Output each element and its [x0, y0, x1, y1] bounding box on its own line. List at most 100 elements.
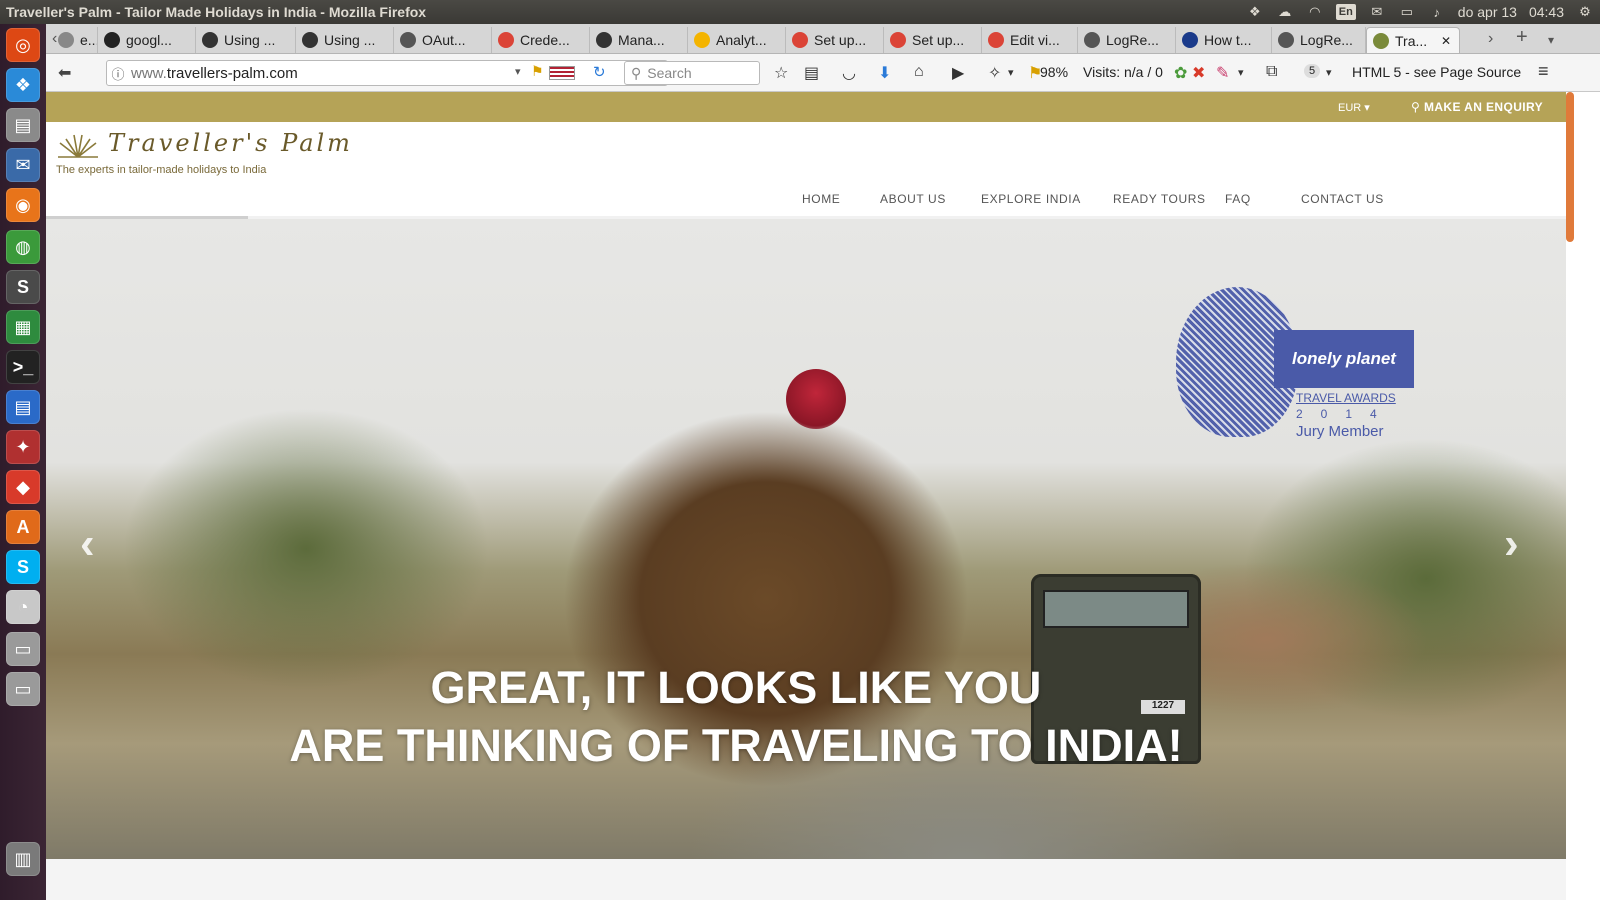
dropbox-launcher-icon[interactable]: ❖ — [6, 68, 40, 102]
battery-icon[interactable]: ▭ — [1398, 4, 1416, 20]
sublime-text-icon[interactable]: S — [6, 270, 40, 304]
tab-12[interactable]: How t... — [1176, 27, 1272, 53]
palm-logo-icon[interactable] — [56, 133, 100, 159]
tab-2[interactable]: Using ... — [196, 27, 296, 53]
nav-home[interactable]: HOME — [802, 192, 840, 206]
tray-time[interactable]: 04:43 — [1529, 4, 1564, 20]
evince-icon[interactable]: ◔ — [6, 590, 40, 624]
downloads-icon[interactable]: ⬇ — [878, 63, 891, 83]
tab-13[interactable]: LogRe... — [1272, 27, 1366, 53]
page-scrollbar[interactable] — [1566, 92, 1574, 242]
google-icon — [498, 32, 514, 48]
ubuntu-dash-icon[interactable]: ◎ — [6, 28, 40, 62]
tab-list-chevron-down-icon[interactable]: ▾ — [1548, 33, 1554, 47]
tab-3[interactable]: Using ... — [296, 27, 394, 53]
nav-explore-india[interactable]: EXPLORE INDIA — [981, 192, 1081, 206]
mail-icon[interactable]: ✉ — [1368, 4, 1386, 20]
zoom-level[interactable]: 98% — [1040, 64, 1068, 80]
tab-8[interactable]: Set up... — [786, 27, 884, 53]
search-input[interactable]: ⚲ Search — [624, 61, 760, 85]
nav-faq[interactable]: FAQ — [1225, 192, 1251, 206]
keyboard-language-indicator[interactable]: En — [1335, 4, 1356, 20]
url-prefix: www. — [131, 64, 167, 82]
git-icon[interactable]: ◆ — [6, 470, 40, 504]
extension-icon[interactable]: ✧ — [988, 63, 1001, 83]
slider-prev-chevron-icon[interactable]: ‹ — [80, 519, 95, 569]
tab-0[interactable]: e... — [52, 27, 98, 53]
make-enquiry-link[interactable]: ⚲ MAKE AN ENQUIRY — [1411, 100, 1543, 114]
thunderbird-icon[interactable]: ✉ — [6, 148, 40, 182]
addon-brush-icon[interactable]: ✎ — [1216, 63, 1229, 83]
url-text[interactable]: www.travellers-palm.com — [129, 65, 298, 82]
tray-date[interactable]: do apr 13 — [1458, 4, 1517, 20]
chrome-icon[interactable]: ◍ — [6, 230, 40, 264]
hero-slider[interactable]: 1227 ‹ › lonely planet TRAVEL AWARDS 201… — [46, 219, 1566, 859]
cloud-sync-icon[interactable]: ☁ — [1276, 4, 1294, 20]
site-logo-text[interactable]: Traveller's Palm — [108, 129, 353, 157]
firefox-icon[interactable]: ◉ — [6, 188, 40, 222]
tab-close-icon[interactable]: ✕ — [1441, 34, 1451, 48]
files-icon[interactable]: ▤ — [6, 108, 40, 142]
tab-6[interactable]: Mana... — [590, 27, 688, 53]
tab-9[interactable]: Set up... — [884, 27, 982, 53]
url-bar[interactable]: ⓘ www.travellers-palm.com ▾ ⚑ ↻ — [106, 60, 668, 86]
addon-green-icon[interactable]: ✿ — [1174, 63, 1187, 83]
trash-icon[interactable]: ▥ — [6, 842, 40, 876]
award-year: 2014 — [1296, 407, 1395, 421]
tab-11[interactable]: LogRe... — [1078, 27, 1176, 53]
tab-label: e... — [80, 32, 98, 48]
addon-menu-chevron-icon[interactable]: ▾ — [1238, 66, 1244, 79]
spreadsheet-icon[interactable]: ▦ — [6, 310, 40, 344]
nav-ready-tours[interactable]: READY TOURS — [1113, 192, 1206, 206]
below-fold-section — [46, 859, 1566, 900]
wifi-icon[interactable]: ◠ — [1306, 4, 1324, 20]
bookmark-star-icon[interactable]: ☆ — [774, 63, 788, 83]
new-tab-plus-icon[interactable]: + — [1516, 26, 1528, 49]
tab-4[interactable]: OAut... — [394, 27, 492, 53]
nav-about-us[interactable]: ABOUT US — [880, 192, 946, 206]
writer-icon[interactable]: ▤ — [6, 390, 40, 424]
screenshot-icon[interactable]: ⧉ — [1266, 63, 1277, 81]
extension-menu-chevron-icon[interactable]: ▾ — [1008, 66, 1014, 79]
software-center-icon[interactable]: A — [6, 510, 40, 544]
hamburger-menu-icon[interactable]: ≡ — [1538, 61, 1549, 82]
search-icon: ⚲ — [631, 64, 642, 81]
terminal-icon[interactable]: >_ — [6, 350, 40, 384]
reload-icon[interactable]: ↻ — [593, 63, 606, 81]
youtube-icon[interactable]: ▶ — [952, 63, 964, 83]
nav-contact-us[interactable]: CONTACT US — [1301, 192, 1384, 206]
badge-menu-chevron-icon[interactable]: ▾ — [1326, 66, 1332, 79]
drive-icon[interactable]: ▭ — [6, 632, 40, 666]
hero-headline: GREAT, IT LOOKS LIKE YOU ARE THINKING OF… — [46, 659, 1426, 775]
home-icon[interactable]: ⌂ — [914, 63, 924, 81]
volume-icon[interactable]: ♪ — [1428, 4, 1446, 20]
system-tools-icon[interactable]: ✦ — [6, 430, 40, 464]
pocket-icon[interactable]: ◡ — [842, 63, 856, 83]
visits-counter[interactable]: Visits: n/a / 0 — [1083, 64, 1163, 80]
bookmarks-list-icon[interactable]: ▤ — [804, 63, 819, 83]
dropbox-icon[interactable]: ❖ — [1246, 4, 1264, 20]
settings-gear-icon[interactable]: ⚙ — [1576, 4, 1594, 20]
tab-10[interactable]: Edit vi... — [982, 27, 1078, 53]
usb-drive-icon[interactable]: ▭ — [6, 672, 40, 706]
html-version-info[interactable]: HTML 5 - see Page Source — [1352, 64, 1521, 80]
back-arrow-icon[interactable]: ⬅ — [58, 63, 71, 83]
tab-14[interactable]: Tra... ✕ — [1366, 27, 1460, 53]
site-info-icon[interactable]: ⓘ — [107, 64, 129, 83]
currency-selector[interactable]: EUR ▾ — [1338, 101, 1370, 114]
url-dropdown-chevron-icon[interactable]: ▾ — [515, 65, 521, 78]
tab-5[interactable]: Crede... — [492, 27, 590, 53]
currency-label: EUR — [1338, 102, 1362, 114]
tabs-scroll-right-icon[interactable]: › — [1488, 30, 1493, 48]
tab-1[interactable]: googl... — [98, 27, 196, 53]
addon-badge-count[interactable]: 5 — [1304, 64, 1321, 78]
slider-next-chevron-icon[interactable]: › — [1504, 519, 1519, 569]
tab-7[interactable]: Analyt... — [688, 27, 786, 53]
flag-icon[interactable]: ⚑ — [531, 63, 544, 80]
enquiry-label: MAKE AN ENQUIRY — [1423, 100, 1544, 114]
skype-icon[interactable]: S — [6, 550, 40, 584]
addon-red-x-icon[interactable]: ✖ — [1192, 63, 1205, 83]
palm-icon — [1373, 32, 1389, 49]
page-icon — [302, 32, 318, 48]
us-flag-icon[interactable] — [549, 66, 575, 80]
